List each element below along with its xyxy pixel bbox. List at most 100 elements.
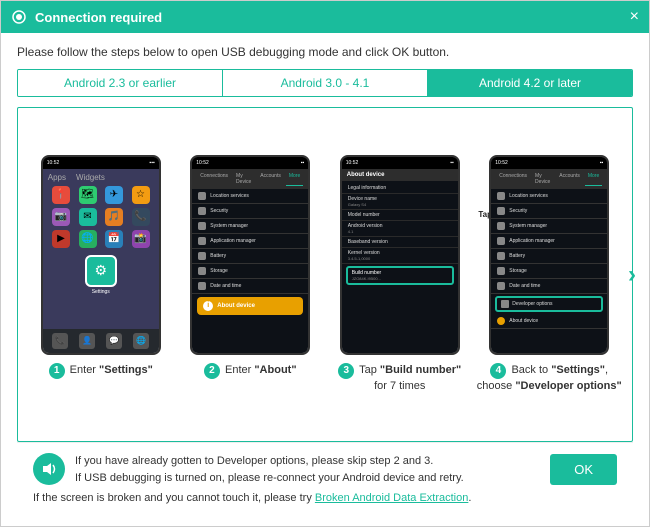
settings-highlighted: ⚙ <box>46 255 156 287</box>
step-3-bold: "Build number" <box>380 364 461 376</box>
about-list: Legal information Device name Galaxy S4 … <box>342 181 458 353</box>
menu-dat-4: Date and time <box>491 279 607 294</box>
bat-icon-4 <box>497 252 505 260</box>
storage-icon <box>198 267 206 275</box>
close-button[interactable]: × <box>630 9 639 25</box>
app-4: ☆ <box>132 186 150 204</box>
menu-app-4: Application manager <box>491 234 607 249</box>
menu-datetime: Date and time <box>192 279 308 294</box>
menu-bat-4: Battery <box>491 249 607 264</box>
app-7: 🎵 <box>105 208 123 226</box>
broken-suffix: . <box>468 492 471 504</box>
about-text: About device <box>217 303 255 309</box>
app-5: 📷 <box>52 208 70 226</box>
broken-link-anchor[interactable]: Broken Android Data Extraction <box>315 492 468 504</box>
datetime-text: Date and time <box>210 283 241 289</box>
tab-bar: Apps Widgets <box>46 172 156 183</box>
app-12: 📸 <box>132 230 150 248</box>
battery-text: Battery <box>210 253 226 259</box>
about-info-icon: i <box>203 301 213 311</box>
phone-4-screen: 10:52 ▪▪ Connections My Device Accounts … <box>491 157 607 353</box>
dock-browser: 🌐 <box>133 333 149 349</box>
window-title: Connection required <box>35 10 630 25</box>
statusbar-time-3: 10:52 <box>346 160 359 166</box>
menu-battery: Battery <box>192 249 308 264</box>
apps-area: Apps Widgets 📍 🗺 ✈ ☆ � <box>43 169 159 329</box>
about-baseband: Baseband version <box>342 237 458 248</box>
dev-icon <box>501 300 509 308</box>
app-8: 📞 <box>132 208 150 226</box>
phone-1-statusbar: 10:52 ▪▪▪ <box>43 157 159 169</box>
about-highlight: i About device <box>197 297 303 315</box>
step-1-bold: "Settings" <box>99 364 153 376</box>
menu-tabs-2: Connections My Device Accounts More <box>197 172 303 186</box>
statusbar-time-4: 10:52 <box>495 160 508 166</box>
menu-apps: Application manager <box>192 234 308 249</box>
storage-text: Storage <box>210 268 228 274</box>
about-devicename: Device name Galaxy S4 <box>342 194 458 210</box>
menu-sys-4: System manager <box>491 219 607 234</box>
about-text-4: About device <box>509 318 538 324</box>
build-number-item: Build number JZO84K.I9500... <box>346 266 454 285</box>
dev-text: Developer options <box>512 301 552 307</box>
menu-security: Security <box>192 204 308 219</box>
step-1: 10:52 ▪▪▪ Apps Widgets 📍 <box>28 155 174 394</box>
statusbar-icons-4: ▪▪ <box>600 160 604 166</box>
step-4-bold1: "Settings" <box>551 364 605 376</box>
tab-more: More <box>286 172 303 186</box>
broken-link-text: If the screen is broken and you cannot t… <box>33 492 617 504</box>
menu-storage: Storage <box>192 264 308 279</box>
menu-about-4: About device <box>491 314 607 329</box>
tab-accounts: Accounts <box>257 172 284 186</box>
steps-container: 10:52 ▪▪▪ Apps Widgets 📍 <box>17 107 633 442</box>
menu-list-4: Location services Security System manage… <box>491 189 607 353</box>
tab-android42[interactable]: Android 4.2 or later <box>428 70 632 96</box>
step-4-bold2: "Developer options" <box>515 380 621 392</box>
statusbar-icons-3: ▪▪ <box>450 160 454 166</box>
menu-system: System manager <box>192 219 308 234</box>
phone-4-mockup: 10:52 ▪▪ Connections My Device Accounts … <box>489 155 609 355</box>
statusbar-icons-2: ▪▪ <box>301 160 305 166</box>
chevron-right-icon: › <box>628 261 636 289</box>
steps-row: 10:52 ▪▪▪ Apps Widgets 📍 <box>28 155 622 394</box>
phone-3-screen: 10:52 ▪▪ About device Legal information <box>342 157 458 353</box>
version-tabs: Android 2.3 or earlier Android 3.0 - 4.1… <box>17 69 633 97</box>
step-2-label: 2 Enter "About" <box>204 363 297 379</box>
tab-dev-4: My Device <box>532 172 554 186</box>
tab-connections: Connections <box>197 172 231 186</box>
info-line2: If USB debugging is turned on, please re… <box>75 472 464 484</box>
speaker-icon <box>33 453 65 485</box>
security-text: Security <box>210 208 228 214</box>
tab-acc-4: Accounts <box>556 172 583 186</box>
statusbar-time: 10:52 <box>47 160 60 166</box>
system-icon <box>198 222 206 230</box>
step-4-number: 4 <box>490 363 506 379</box>
menu-header-4: Connections My Device Accounts More <box>491 169 607 189</box>
app-row-1: 📍 🗺 ✈ ☆ <box>46 185 156 205</box>
info-line1: If you have already gotten to Developer … <box>75 455 433 467</box>
sto-icon-4 <box>497 267 505 275</box>
step-3-label: 3 Tap "Build number"for 7 times <box>338 363 461 394</box>
menu-header-2: Connections My Device Accounts More <box>192 169 308 189</box>
phone-4-statusbar: 10:52 ▪▪ <box>491 157 607 169</box>
tab-android30[interactable]: Android 3.0 - 4.1 <box>223 70 428 96</box>
app-icon-4 <box>497 237 505 245</box>
connection-icon <box>11 9 27 25</box>
step-3: 10:52 ▪▪ About device Legal information <box>327 155 473 394</box>
step-2: 10:52 ▪▪ Connections My Device Accounts … <box>178 155 324 394</box>
settings-text: Settings <box>46 289 156 295</box>
ok-button[interactable]: OK <box>550 454 617 485</box>
step-3-phone-wrap: 10:52 ▪▪ About device Legal information <box>340 155 460 363</box>
gear-icon: ⚙ <box>94 262 107 279</box>
tab-android23[interactable]: Android 2.3 or earlier <box>18 70 223 96</box>
tab-conn-4: Connections <box>496 172 530 186</box>
app-row-2: 📷 ✉ 🎵 📞 <box>46 207 156 227</box>
dock-message: 💬 <box>106 333 122 349</box>
menu-sec-4: Security <box>491 204 607 219</box>
app-3: ✈ <box>105 186 123 204</box>
system-text: System manager <box>210 223 248 229</box>
dat-icon-4 <box>497 282 505 290</box>
app-10: 🌐 <box>79 230 97 248</box>
step-4: 10:52 ▪▪ Connections My Device Accounts … <box>477 155 623 394</box>
sec-icon-4 <box>497 207 505 215</box>
